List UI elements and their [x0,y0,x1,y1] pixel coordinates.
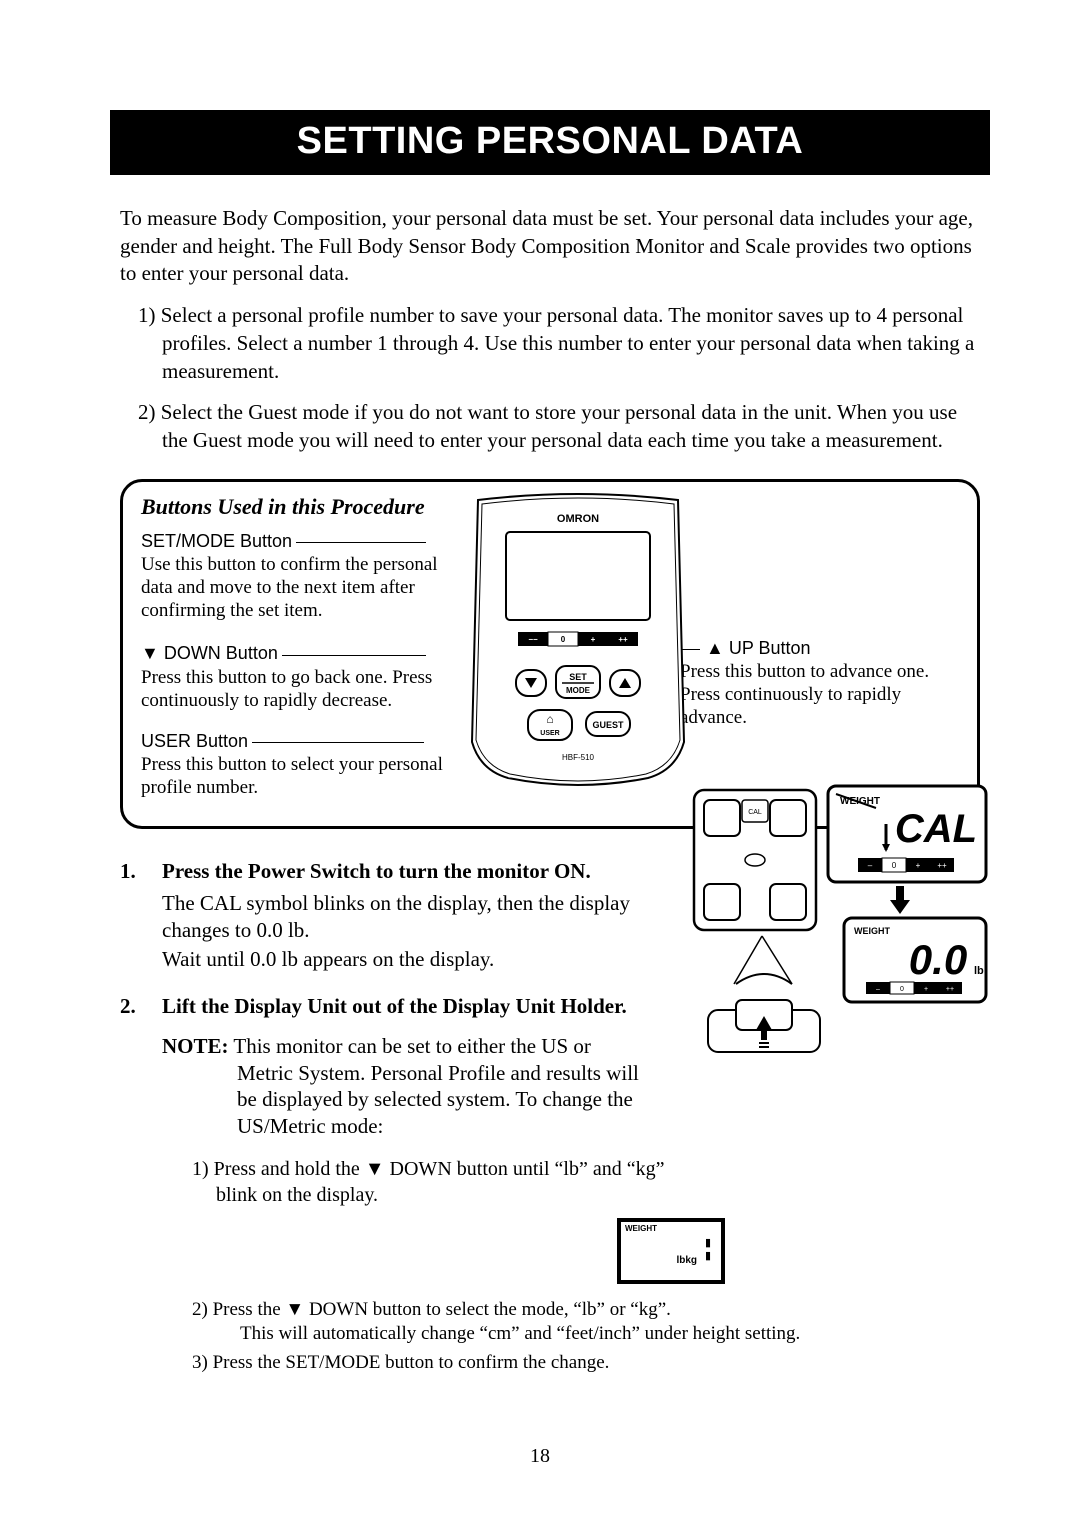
step-2-num: 2. [120,994,162,1375]
intro-text: To measure Body Composition, your person… [120,205,980,288]
step-2-sub3: 3) Press the SET/MODE button to confirm … [192,1351,980,1375]
svg-text:0.0: 0.0 [909,936,967,983]
set-mode-head: SET/MODE Button [141,531,292,551]
step-1-line1: The CAL symbol blinks on the display, th… [162,890,632,945]
leader-line [282,655,426,656]
options-list: 1) Select a personal profile number to s… [138,302,980,455]
down-body: Press this button to go back one. Press … [141,666,446,712]
svg-text:CAL: CAL [748,809,762,816]
svg-text:+: + [591,635,596,644]
svg-text:–: – [868,861,873,870]
step-2-note: NOTE: This monitor can be set to either … [162,1033,652,1141]
svg-text:+: + [924,986,928,993]
up-body: Press this button to advance one. Press … [680,660,955,730]
option-1: 1) Select a personal profile number to s… [138,302,980,385]
user-block: USER Button Press this button to select … [141,730,446,800]
svg-text:++: ++ [946,986,954,993]
svg-text:0: 0 [900,986,904,993]
buttons-procedure-box: Buttons Used in this Procedure SET/MODE … [120,479,980,829]
svg-text:CAL: CAL [895,807,977,851]
svg-text:MODE: MODE [566,686,591,695]
down-block: ▼ DOWN Button Press this button to go ba… [141,642,446,712]
step-2-sub2: 2) Press the ▼ DOWN button to select the… [192,1298,980,1322]
step-2-sub1: 1) Press and hold the ▼ DOWN button unti… [192,1156,696,1208]
svg-text:lb: lb [974,965,984,977]
svg-text:USER: USER [540,730,559,737]
user-body: Press this button to select your persona… [141,753,446,799]
svg-text:HBF-510: HBF-510 [562,753,595,762]
up-head: ▲ UP Button [706,638,811,658]
svg-text:0: 0 [561,635,566,644]
leader-line [296,542,426,543]
right-column: ▲ UP Button Press this button to advance… [680,637,955,730]
section-title-bar: SETTING PERSONAL DATA [110,110,990,175]
set-mode-block: SET/MODE Button Use this button to confi… [141,530,446,623]
svg-text:–: – [876,986,880,993]
set-mode-body: Use this button to confirm the personal … [141,553,446,623]
device-illustration: OMRON −− 0 + ++ [448,492,708,797]
brand-label: OMRON [557,513,599,525]
section-title: SETTING PERSONAL DATA [297,120,804,162]
mini-display-illustration: WEIGHT ▮▮ lbkg [362,1218,980,1284]
left-column: SET/MODE Button Use this button to confi… [141,530,446,800]
svg-text:+: + [916,861,921,870]
note-label: NOTE: [162,1034,229,1058]
svg-text:0: 0 [892,861,897,870]
note-body: This monitor can be set to either the US… [229,1034,639,1139]
option-2: 2) Select the Guest mode if you do not w… [138,399,980,454]
svg-text:GUEST: GUEST [592,720,624,730]
svg-text:SET: SET [569,672,587,682]
leader-line [252,742,424,743]
svg-text:WEIGHT: WEIGHT [854,926,890,936]
svg-text:++: ++ [937,861,947,870]
mini-lbkg-bars: ▮▮ [705,1236,711,1262]
svg-text:⌂: ⌂ [546,712,553,726]
mini-lbkg: lbkg [676,1255,697,1266]
svg-text:++: ++ [618,635,628,644]
mini-weight-label: WEIGHT [625,1224,657,1233]
down-head: ▼ DOWN Button [141,643,278,663]
step-1-title: Press the Power Switch to turn the monit… [162,859,632,884]
step-2-sub2b: This will automatically change “cm” and … [216,1322,980,1346]
svg-text:−−: −− [528,635,538,644]
page-number: 18 [0,1445,1080,1468]
user-head: USER Button [141,731,248,751]
step-1-num: 1. [120,859,162,974]
step-1-line2: Wait until 0.0 lb appears on the display… [162,946,632,973]
right-illustration-group: CAL WEIGHT CAL – 0 + [690,786,990,1071]
